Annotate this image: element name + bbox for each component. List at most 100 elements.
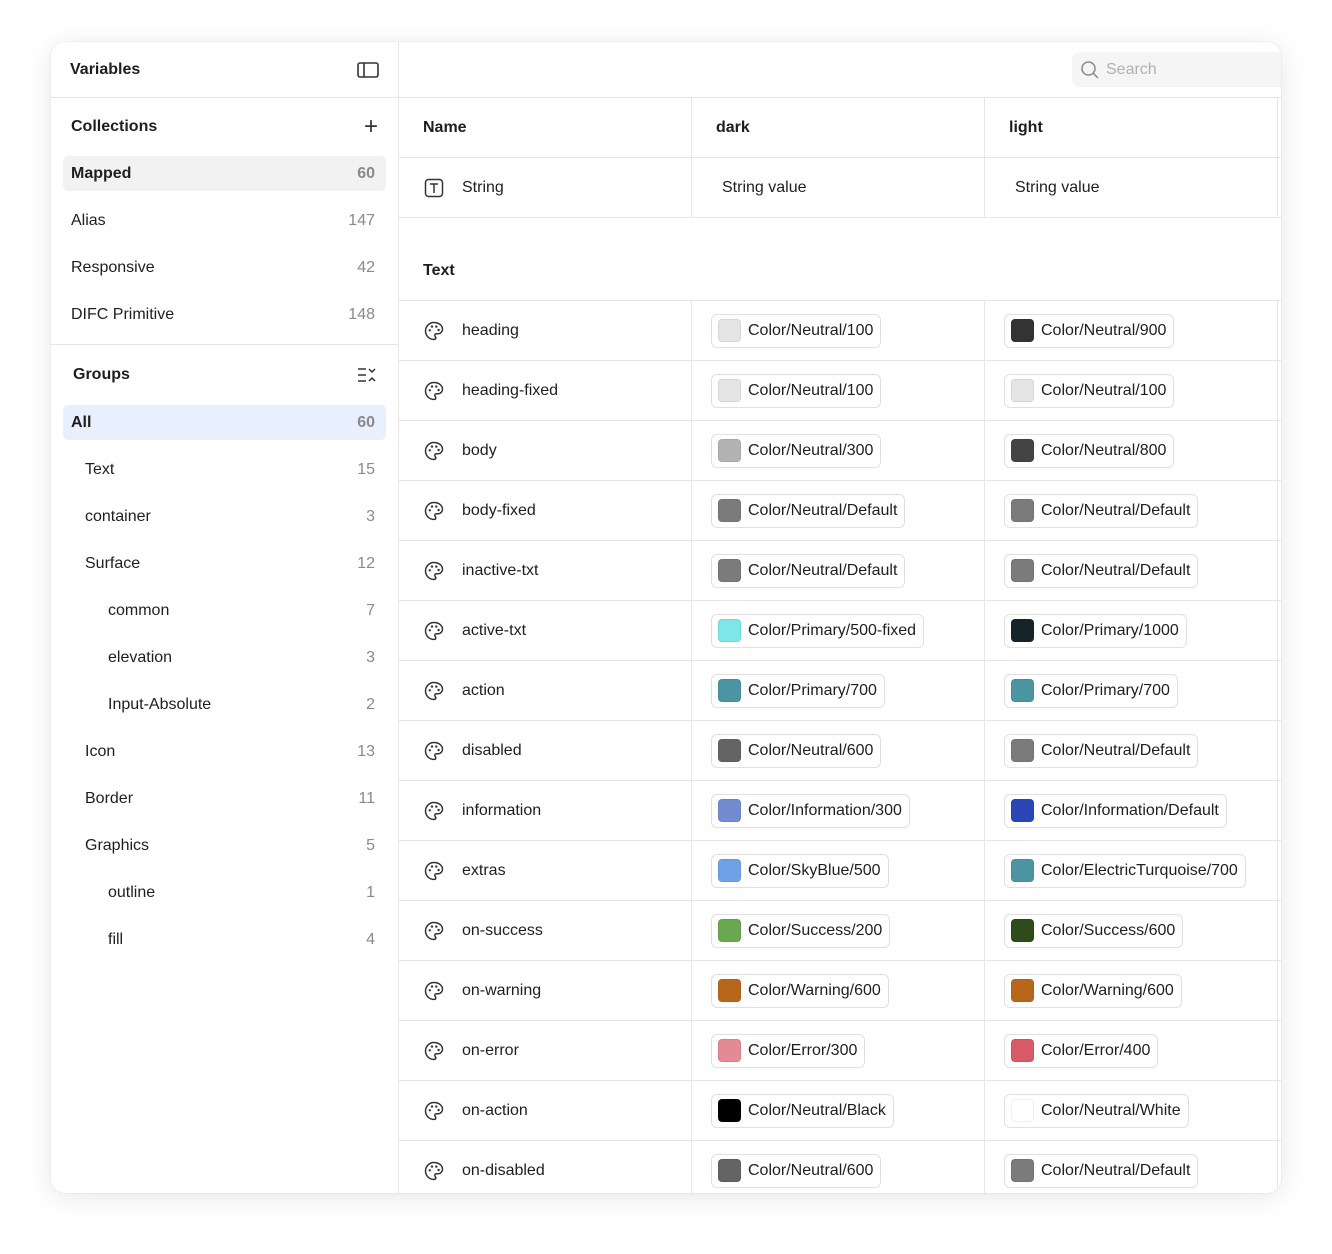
group-filter-icon[interactable] xyxy=(356,366,378,384)
color-alias-chip[interactable]: Color/Neutral/100 xyxy=(711,373,882,408)
color-alias-chip[interactable]: Color/Primary/1000 xyxy=(1004,613,1187,648)
group-item[interactable]: Input-Absolute 2 xyxy=(63,687,386,722)
group-item[interactable]: Graphics 5 xyxy=(63,828,386,863)
table-row[interactable]: information Color/Information/300 Color/In… xyxy=(399,781,1281,841)
color-alias-chip[interactable]: Color/Primary/700 xyxy=(711,673,885,708)
dark-value-cell[interactable]: Color/Primary/500-fixed xyxy=(692,601,985,660)
color-alias-chip[interactable]: Color/Neutral/Default xyxy=(711,553,906,588)
color-alias-chip[interactable]: Color/Primary/700 xyxy=(1004,673,1178,708)
table-row[interactable]: String String value String value xyxy=(399,158,1281,218)
search-box[interactable] xyxy=(1072,52,1281,87)
color-alias-chip[interactable]: Color/Error/400 xyxy=(1004,1033,1159,1068)
column-header-dark[interactable]: dark xyxy=(692,98,985,157)
color-alias-chip[interactable]: Color/Neutral/600 xyxy=(711,1153,882,1188)
light-value-cell[interactable]: Color/Neutral/White xyxy=(985,1081,1278,1140)
table-row[interactable]: heading-fixed Color/Neutral/100 Color/Neut… xyxy=(399,361,1281,421)
color-alias-chip[interactable]: Color/Neutral/Default xyxy=(1004,553,1199,588)
group-item[interactable]: Surface 12 xyxy=(63,546,386,581)
collection-item[interactable]: Mapped 60 xyxy=(63,156,386,191)
group-item[interactable]: All 60 xyxy=(63,405,386,440)
dark-value-cell[interactable]: Color/Warning/600 xyxy=(692,961,985,1020)
table-row[interactable]: on-disabled Color/Neutral/600 Color/Neutra… xyxy=(399,1141,1281,1193)
dark-value-cell[interactable]: Color/Success/200 xyxy=(692,901,985,960)
color-alias-chip[interactable]: Color/Neutral/100 xyxy=(1004,373,1175,408)
table-row[interactable]: on-success Color/Success/200 Color/Success… xyxy=(399,901,1281,961)
light-value-cell[interactable]: Color/Neutral/Default xyxy=(985,541,1278,600)
light-value-cell[interactable]: Color/Success/600 xyxy=(985,901,1278,960)
color-alias-chip[interactable]: Color/SkyBlue/500 xyxy=(711,853,889,888)
dark-value-cell[interactable]: Color/Neutral/300 xyxy=(692,421,985,480)
color-alias-chip[interactable]: Color/ElectricTurquoise/700 xyxy=(1004,853,1246,888)
table-row[interactable]: disabled Color/Neutral/600 Color/Neutral/D… xyxy=(399,721,1281,781)
light-value-cell[interactable]: Color/Information/Default xyxy=(985,781,1278,840)
dark-value-cell[interactable]: Color/Neutral/Default xyxy=(692,481,985,540)
column-header-light[interactable]: light xyxy=(985,98,1278,157)
color-alias-chip[interactable]: Color/Neutral/Default xyxy=(1004,1153,1199,1188)
light-value-cell[interactable]: Color/Neutral/Default xyxy=(985,721,1278,780)
table-row[interactable]: inactive-txt Color/Neutral/Default Color/N… xyxy=(399,541,1281,601)
color-alias-chip[interactable]: Color/Neutral/White xyxy=(1004,1093,1189,1128)
table-row[interactable]: extras Color/SkyBlue/500 Color/ElectricTur… xyxy=(399,841,1281,901)
light-value-cell[interactable]: Color/ElectricTurquoise/700 xyxy=(985,841,1278,900)
color-alias-chip[interactable]: Color/Success/200 xyxy=(711,913,891,948)
light-value-cell[interactable]: Color/Primary/1000 xyxy=(985,601,1278,660)
color-alias-chip[interactable]: Color/Neutral/300 xyxy=(711,433,882,468)
table-row[interactable]: body Color/Neutral/300 Color/Neutral/800 xyxy=(399,421,1281,481)
color-alias-chip[interactable]: Color/Neutral/100 xyxy=(711,313,882,348)
color-alias-chip[interactable]: Color/Error/300 xyxy=(711,1033,866,1068)
light-value-cell[interactable]: Color/Neutral/Default xyxy=(985,1141,1278,1193)
dark-value-cell[interactable]: Color/Neutral/100 xyxy=(692,361,985,420)
table-row[interactable]: on-error Color/Error/300 Color/Error/400 xyxy=(399,1021,1281,1081)
table-row[interactable]: active-txt Color/Primary/500-fixed Color/P… xyxy=(399,601,1281,661)
color-alias-chip[interactable]: Color/Warning/600 xyxy=(711,973,889,1008)
dark-value-cell[interactable]: Color/Neutral/600 xyxy=(692,721,985,780)
color-alias-chip[interactable]: Color/Neutral/Default xyxy=(1004,733,1199,768)
dark-value-cell[interactable]: Color/Neutral/Default xyxy=(692,541,985,600)
group-item[interactable]: Text 15 xyxy=(63,452,386,487)
collection-item[interactable]: DIFC Primitive 148 xyxy=(63,297,386,332)
light-value-cell[interactable]: Color/Primary/700 xyxy=(985,661,1278,720)
group-item[interactable]: Icon 13 xyxy=(63,734,386,769)
table-row[interactable]: body-fixed Color/Neutral/Default Color/Neu… xyxy=(399,481,1281,541)
color-alias-chip[interactable]: Color/Neutral/900 xyxy=(1004,313,1175,348)
group-item[interactable]: container 3 xyxy=(63,499,386,534)
color-alias-chip[interactable]: Color/Warning/600 xyxy=(1004,973,1182,1008)
collection-item[interactable]: Responsive 42 xyxy=(63,250,386,285)
light-value-cell[interactable]: Color/Neutral/100 xyxy=(985,361,1278,420)
table-row[interactable]: on-warning Color/Warning/600 Color/Warning… xyxy=(399,961,1281,1021)
color-alias-chip[interactable]: Color/Success/600 xyxy=(1004,913,1184,948)
column-header-name[interactable]: Name xyxy=(399,98,692,157)
dark-value-cell[interactable]: Color/SkyBlue/500 xyxy=(692,841,985,900)
dark-value-cell[interactable]: String value xyxy=(692,158,985,217)
dark-value-cell[interactable]: Color/Primary/700 xyxy=(692,661,985,720)
panel-toggle-icon[interactable] xyxy=(357,61,379,78)
light-value-cell[interactable]: Color/Neutral/Default xyxy=(985,481,1278,540)
light-value-cell[interactable]: Color/Error/400 xyxy=(985,1021,1278,1080)
table-row[interactable]: on-action Color/Neutral/Black Color/Neutra… xyxy=(399,1081,1281,1141)
dark-value-cell[interactable]: Color/Neutral/Black xyxy=(692,1081,985,1140)
group-item[interactable]: outline 1 xyxy=(63,875,386,910)
light-value-cell[interactable]: Color/Neutral/900 xyxy=(985,301,1278,360)
light-value-cell[interactable]: Color/Warning/600 xyxy=(985,961,1278,1020)
color-alias-chip[interactable]: Color/Neutral/Default xyxy=(1004,493,1199,528)
light-value-cell[interactable]: String value xyxy=(985,158,1278,217)
table-row[interactable]: action Color/Primary/700 Color/Primary/700 xyxy=(399,661,1281,721)
light-value-cell[interactable]: Color/Neutral/800 xyxy=(985,421,1278,480)
color-alias-chip[interactable]: Color/Neutral/600 xyxy=(711,733,882,768)
color-alias-chip[interactable]: Color/Primary/500-fixed xyxy=(711,613,925,648)
color-alias-chip[interactable]: Color/Neutral/800 xyxy=(1004,433,1175,468)
dark-value-cell[interactable]: Color/Error/300 xyxy=(692,1021,985,1080)
group-item[interactable]: elevation 3 xyxy=(63,640,386,675)
color-alias-chip[interactable]: Color/Information/300 xyxy=(711,793,910,828)
table-row[interactable]: heading Color/Neutral/100 Color/Neutral/90… xyxy=(399,301,1281,361)
group-item[interactable]: Border 11 xyxy=(63,781,386,816)
add-collection-icon[interactable]: + xyxy=(364,115,378,139)
dark-value-cell[interactable]: Color/Neutral/100 xyxy=(692,301,985,360)
color-alias-chip[interactable]: Color/Neutral/Default xyxy=(711,493,906,528)
collection-item[interactable]: Alias 147 xyxy=(63,203,386,238)
dark-value-cell[interactable]: Color/Information/300 xyxy=(692,781,985,840)
group-item[interactable]: fill 4 xyxy=(63,922,386,957)
color-alias-chip[interactable]: Color/Neutral/Black xyxy=(711,1093,894,1128)
search-input[interactable] xyxy=(1106,60,1266,79)
color-alias-chip[interactable]: Color/Information/Default xyxy=(1004,793,1227,828)
